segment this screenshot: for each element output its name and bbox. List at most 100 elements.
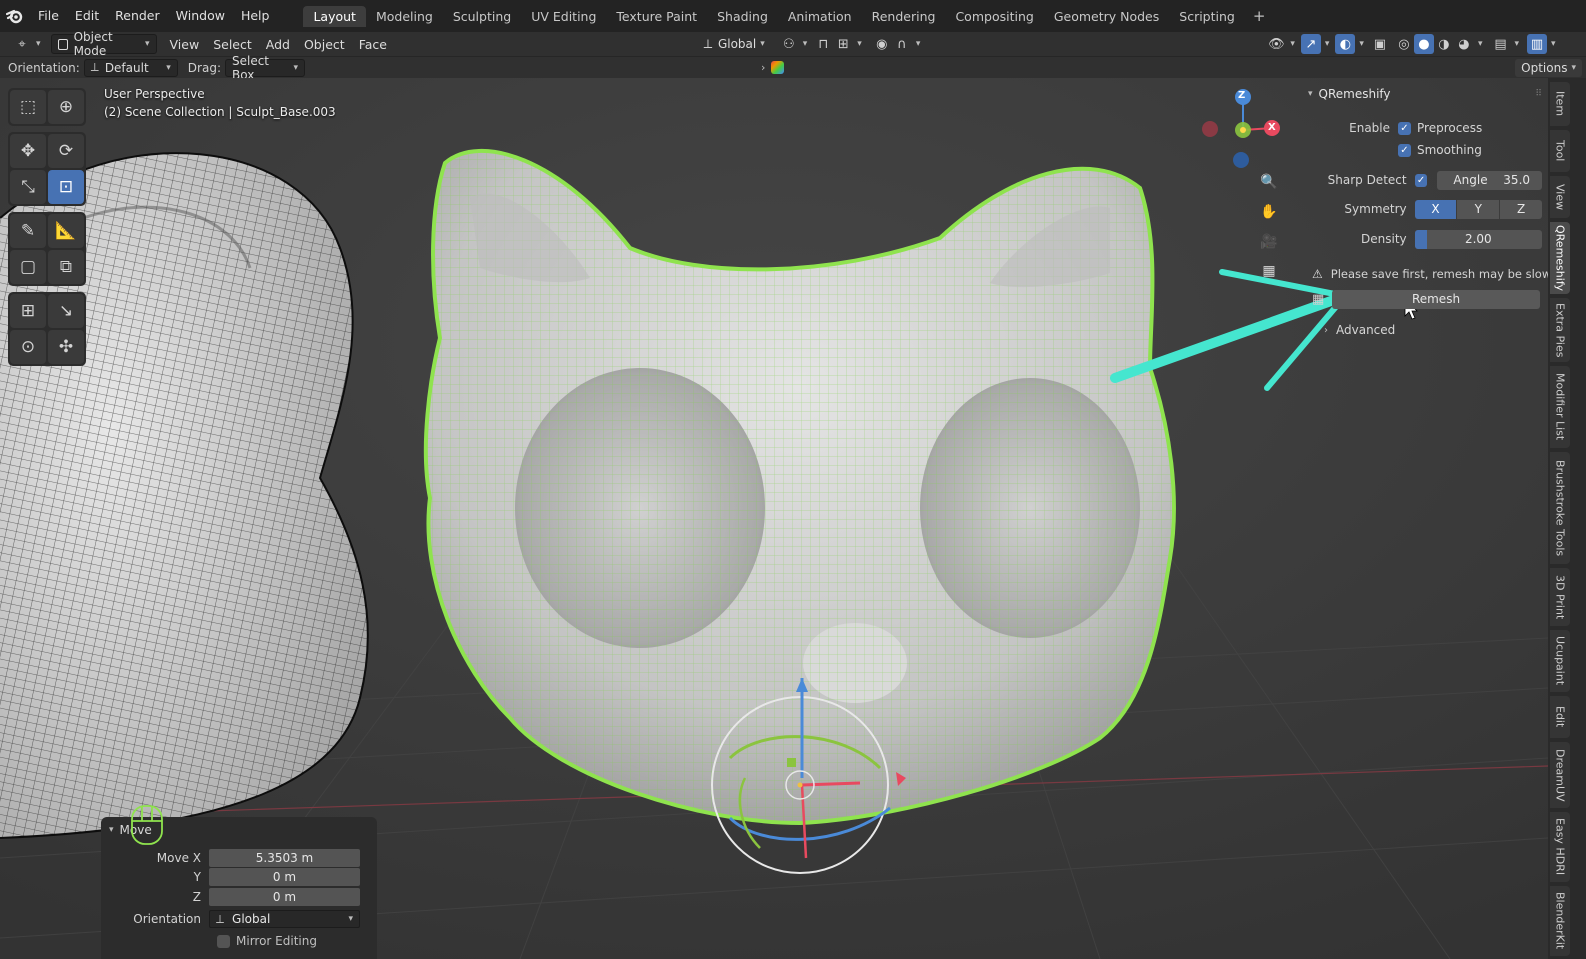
addon-hexagon-icon[interactable]	[771, 61, 785, 74]
tab-rendering[interactable]: Rendering	[862, 6, 946, 27]
chevron-right-icon[interactable]: ›	[761, 61, 765, 74]
tab-ucupaint[interactable]: Ucupaint	[1550, 630, 1570, 692]
blender-logo-icon[interactable]	[0, 0, 30, 32]
move-icon[interactable]: ✥	[10, 134, 46, 168]
tab-layout[interactable]: Layout	[303, 5, 366, 27]
menu-face[interactable]: Face	[352, 37, 394, 52]
tab-brushstroke-tools[interactable]: Brushstroke Tools	[1550, 452, 1570, 564]
tab-qremeshify[interactable]: QRemeshify	[1550, 222, 1570, 294]
solid-shading-icon[interactable]: ●	[1413, 34, 1434, 54]
density-slider[interactable]: 2.00	[1414, 229, 1542, 249]
smoothing-checkbox[interactable]: ✓	[1398, 143, 1411, 157]
add-cube-icon[interactable]: ▢	[10, 250, 46, 284]
snap-icon[interactable]: ⊓	[813, 34, 833, 54]
tab-tool[interactable]: Tool	[1550, 130, 1570, 172]
xray-toggle-icon[interactable]: ▣	[1370, 34, 1390, 54]
menu-file[interactable]: File	[30, 0, 67, 32]
tab-modeling[interactable]: Modeling	[366, 6, 443, 27]
add-workspace-button[interactable]: +	[1245, 7, 1274, 25]
orientation-dropdown[interactable]: ⟂ Default ▾	[83, 58, 178, 77]
tab-edit[interactable]: Edit	[1550, 696, 1570, 738]
menu-object[interactable]: Object	[297, 37, 352, 52]
rendered-shading-icon[interactable]: ◕	[1454, 34, 1474, 54]
move-x-field[interactable]: 5.3503 m	[209, 849, 360, 867]
sidebar-toggle-icon[interactable]: ▥	[1527, 34, 1548, 54]
zoom-icon[interactable]: 🔍	[1257, 170, 1281, 194]
move-z-field[interactable]: 0 m	[209, 888, 360, 906]
scale-icon[interactable]: ⤡	[10, 170, 46, 204]
sharp-detect-checkbox[interactable]: ✓	[1414, 173, 1428, 187]
gizmo-x-label[interactable]: X	[1268, 122, 1276, 133]
menu-help[interactable]: Help	[233, 0, 278, 32]
remesh-button[interactable]: Remesh	[1332, 289, 1540, 309]
overlays-toggle-icon[interactable]: ◐	[1335, 34, 1356, 54]
rotate-icon[interactable]: ⟳	[48, 134, 84, 168]
tab-modifier-list[interactable]: Modifier List	[1550, 366, 1570, 448]
menu-add[interactable]: Add	[259, 37, 297, 52]
extrude-icon[interactable]: ⧉	[48, 250, 84, 284]
smoothing-label[interactable]: Smoothing	[1417, 143, 1482, 157]
tab-sculpting[interactable]: Sculpting	[443, 6, 521, 27]
editor-options-icon[interactable]: ▤	[1490, 34, 1510, 54]
tab-extra-pies[interactable]: Extra Pies	[1550, 298, 1570, 362]
mirror-editing-checkbox[interactable]	[217, 934, 230, 948]
operator-orientation-dropdown[interactable]: ⟂ Global ▾	[209, 910, 360, 928]
move-y-field[interactable]: 0 m	[209, 868, 360, 886]
symmetry-y-button[interactable]: Y	[1457, 199, 1501, 219]
menu-render[interactable]: Render	[107, 0, 168, 32]
tab-blenderkit[interactable]: BlenderKit	[1550, 886, 1570, 956]
transform-icon[interactable]: ⊡	[48, 170, 84, 204]
tab-view[interactable]: View	[1550, 176, 1570, 218]
editor-type-button[interactable]: ⌖ ▾	[6, 34, 47, 54]
knife-icon[interactable]: ↘	[48, 294, 84, 328]
camera-icon[interactable]: 🎥	[1257, 230, 1281, 254]
mode-dropdown[interactable]: Object Mode ▾	[50, 30, 157, 58]
menu-window[interactable]: Window	[168, 0, 233, 32]
pivot-point-icon[interactable]: ⚇	[779, 34, 799, 54]
tab-uv-editing[interactable]: UV Editing	[521, 6, 606, 27]
drag-dropdown[interactable]: Select Box ▾	[224, 54, 305, 82]
symmetry-x-button[interactable]: X	[1414, 199, 1458, 219]
material-shading-icon[interactable]: ◑	[1434, 34, 1454, 54]
tab-animation[interactable]: Animation	[778, 6, 862, 27]
tab-3d-print[interactable]: 3D Print	[1550, 568, 1570, 626]
tab-compositing[interactable]: Compositing	[945, 6, 1043, 27]
measure-icon[interactable]: 📐	[48, 214, 84, 248]
drag-handle-icon[interactable]: ⠿	[1535, 89, 1542, 99]
tab-shading[interactable]: Shading	[707, 6, 778, 27]
transform-orientation-dropdown[interactable]: ⟂ Global ▾	[692, 34, 771, 54]
cursor-icon[interactable]: ⊕	[48, 90, 84, 124]
tab-dreamuv[interactable]: DreamUV	[1550, 742, 1570, 808]
qremeshify-panel-header[interactable]: ▾ QRemeshify ⠿	[1302, 84, 1546, 104]
gizmo-toggle-icon[interactable]: ↗	[1300, 34, 1321, 54]
menu-select[interactable]: Select	[206, 37, 259, 52]
falloff-icon[interactable]: ∩	[892, 34, 912, 54]
grid-projection-icon[interactable]: ▦	[1257, 259, 1281, 283]
chevron-down-icon: ▾	[1477, 39, 1483, 49]
preprocess-label[interactable]: Preprocess	[1417, 121, 1482, 135]
angle-field[interactable]: Angle 35.0	[1437, 170, 1543, 190]
visibility-icon[interactable]: 👁	[1266, 34, 1286, 54]
symmetry-z-button[interactable]: Z	[1500, 199, 1542, 219]
proportional-edit-icon[interactable]: ◉	[872, 34, 892, 54]
select-box-icon[interactable]: ⬚	[10, 90, 46, 124]
wireframe-shading-icon[interactable]: ◎	[1394, 34, 1414, 54]
advanced-row[interactable]: › Advanced	[1302, 320, 1542, 340]
preprocess-checkbox[interactable]: ✓	[1398, 121, 1411, 135]
tab-texture-paint[interactable]: Texture Paint	[606, 6, 707, 27]
options-dropdown[interactable]: Options ▾	[1515, 58, 1582, 77]
tab-scripting[interactable]: Scripting	[1169, 6, 1245, 27]
menu-edit[interactable]: Edit	[67, 0, 107, 32]
gizmo-z-label[interactable]: Z	[1238, 90, 1245, 101]
mirror-editing-label[interactable]: Mirror Editing	[236, 934, 317, 948]
pan-hand-icon[interactable]: ✋	[1257, 200, 1281, 224]
inset-icon[interactable]: ⊞	[10, 294, 46, 328]
push-pull-icon[interactable]: ✣	[48, 330, 84, 364]
annotate-icon[interactable]: ✎	[10, 214, 46, 248]
tab-easy-hdri[interactable]: Easy HDRI	[1550, 812, 1570, 882]
shrink-icon[interactable]: ⊙	[10, 330, 46, 364]
tab-geometry-nodes[interactable]: Geometry Nodes	[1044, 6, 1169, 27]
snap-target-icon[interactable]: ⊞	[833, 34, 853, 54]
tab-item[interactable]: Item	[1550, 82, 1570, 126]
menu-view[interactable]: View	[163, 37, 207, 52]
